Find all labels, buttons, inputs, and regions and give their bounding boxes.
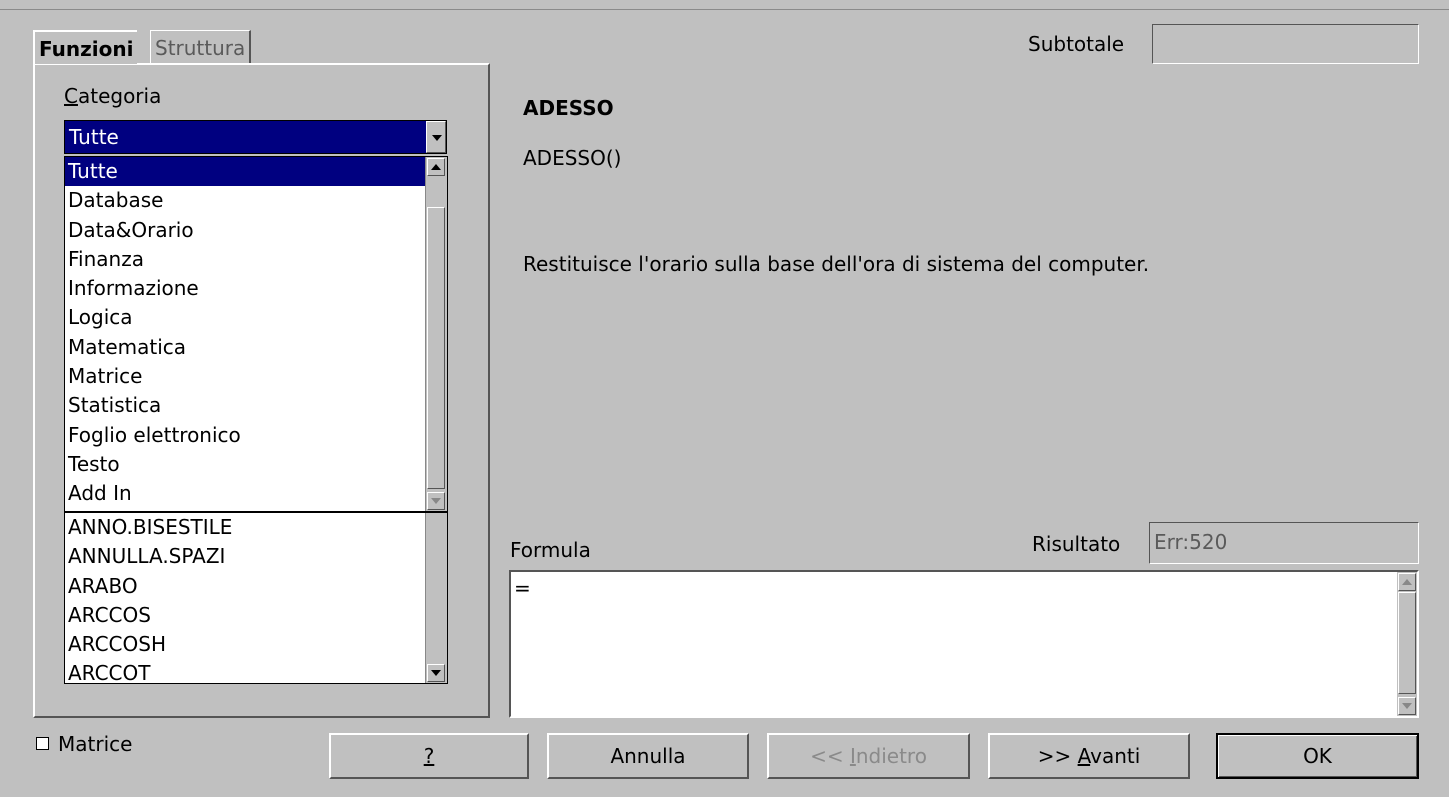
function-item[interactable]: ARABO — [65, 572, 425, 601]
category-option[interactable]: Foglio elettronico — [65, 421, 425, 450]
tab-struttura[interactable]: Struttura — [150, 30, 252, 64]
scroll-down-button[interactable] — [427, 664, 445, 682]
result-value: Err:520 — [1154, 530, 1228, 554]
function-item[interactable]: ANNO.BISESTILE — [65, 513, 425, 542]
function-signature: ADESSO() — [523, 146, 622, 170]
function-name: ADESSO — [523, 96, 614, 120]
category-option[interactable]: Database — [65, 186, 425, 215]
category-selected-value: Tutte — [69, 125, 119, 149]
result-label: Risultato — [1032, 532, 1121, 556]
function-list-scrollbar[interactable] — [425, 513, 447, 683]
subtotal-field — [1152, 24, 1419, 64]
back-button-prefix: << — [810, 744, 850, 768]
formula-value: = — [514, 576, 531, 600]
scroll-thumb[interactable] — [427, 207, 445, 489]
next-button-accel: A — [1077, 744, 1091, 768]
back-button[interactable]: << Indietro — [767, 733, 970, 779]
back-button-rest: ndietro — [855, 744, 927, 768]
scroll-down-button[interactable] — [1398, 697, 1416, 715]
arrow-up-icon — [431, 164, 441, 170]
category-accel: C — [64, 84, 78, 108]
arrow-down-icon — [1402, 703, 1412, 709]
category-option[interactable]: Informazione — [65, 274, 425, 303]
category-label: Categoria — [64, 82, 161, 110]
function-item[interactable]: ARCCOT — [65, 659, 425, 683]
scroll-down-button[interactable] — [427, 492, 445, 510]
category-option[interactable]: Matematica — [65, 333, 425, 362]
scroll-up-button[interactable] — [427, 158, 445, 176]
arrow-down-icon — [431, 670, 441, 676]
help-button[interactable]: ? — [329, 733, 529, 779]
category-option[interactable]: Matrice — [65, 362, 425, 391]
category-list-scrollbar[interactable] — [425, 157, 447, 511]
category-option[interactable]: Add In — [65, 479, 425, 508]
function-item[interactable]: ARCCOS — [65, 601, 425, 630]
ok-button[interactable]: OK — [1216, 733, 1419, 779]
category-dropdown-button[interactable] — [426, 121, 446, 153]
next-button-rest: vanti — [1090, 744, 1141, 768]
function-list[interactable]: ANNO.BISESTILE ANNULLA.SPAZI ARABO ARCCO… — [64, 512, 448, 684]
category-option[interactable]: Tutte — [65, 157, 425, 187]
function-description: Restituisce l'orario sulla base dell'ora… — [523, 252, 1150, 276]
cancel-button[interactable]: Annulla — [547, 733, 749, 779]
category-dropdown-list[interactable]: Tutte Database Data&Orario Finanza Infor… — [64, 156, 448, 512]
arrow-down-icon — [431, 498, 441, 504]
tab-funzioni-label: Funzioni — [39, 37, 134, 61]
category-option[interactable]: Statistica — [65, 391, 425, 420]
category-options: Tutte Database Data&Orario Finanza Infor… — [65, 157, 425, 509]
matrix-label[interactable]: Matrice — [58, 730, 132, 758]
tab-funzioni[interactable]: Funzioni — [33, 30, 138, 64]
next-button-prefix: >> — [1037, 744, 1078, 768]
scroll-up-button[interactable] — [1398, 573, 1416, 591]
function-item[interactable]: ARCCOSH — [65, 630, 425, 659]
next-button[interactable]: >> Avanti — [988, 733, 1190, 779]
category-option[interactable]: Finanza — [65, 245, 425, 274]
subtotal-label: Subtotale — [1028, 32, 1125, 56]
category-label-rest: ategoria — [77, 84, 162, 108]
category-combobox[interactable]: Tutte — [64, 120, 447, 154]
scroll-thumb[interactable] — [1398, 592, 1416, 694]
category-option[interactable]: Logica — [65, 303, 425, 332]
tab-struttura-label: Struttura — [155, 36, 246, 60]
arrow-up-icon — [1402, 579, 1412, 585]
formula-scrollbar[interactable] — [1397, 572, 1417, 716]
top-border — [0, 0, 1449, 10]
function-item[interactable]: ANNULLA.SPAZI — [65, 542, 425, 571]
help-button-label: ? — [423, 744, 435, 768]
category-option[interactable]: Testo — [65, 450, 425, 479]
formula-label: Formula — [510, 538, 591, 562]
chevron-down-icon — [432, 135, 442, 141]
category-option[interactable]: Data&Orario — [65, 216, 425, 245]
result-field: Err:520 — [1149, 522, 1419, 564]
matrix-checkbox[interactable] — [36, 737, 49, 750]
formula-textarea[interactable]: = — [509, 570, 1419, 718]
